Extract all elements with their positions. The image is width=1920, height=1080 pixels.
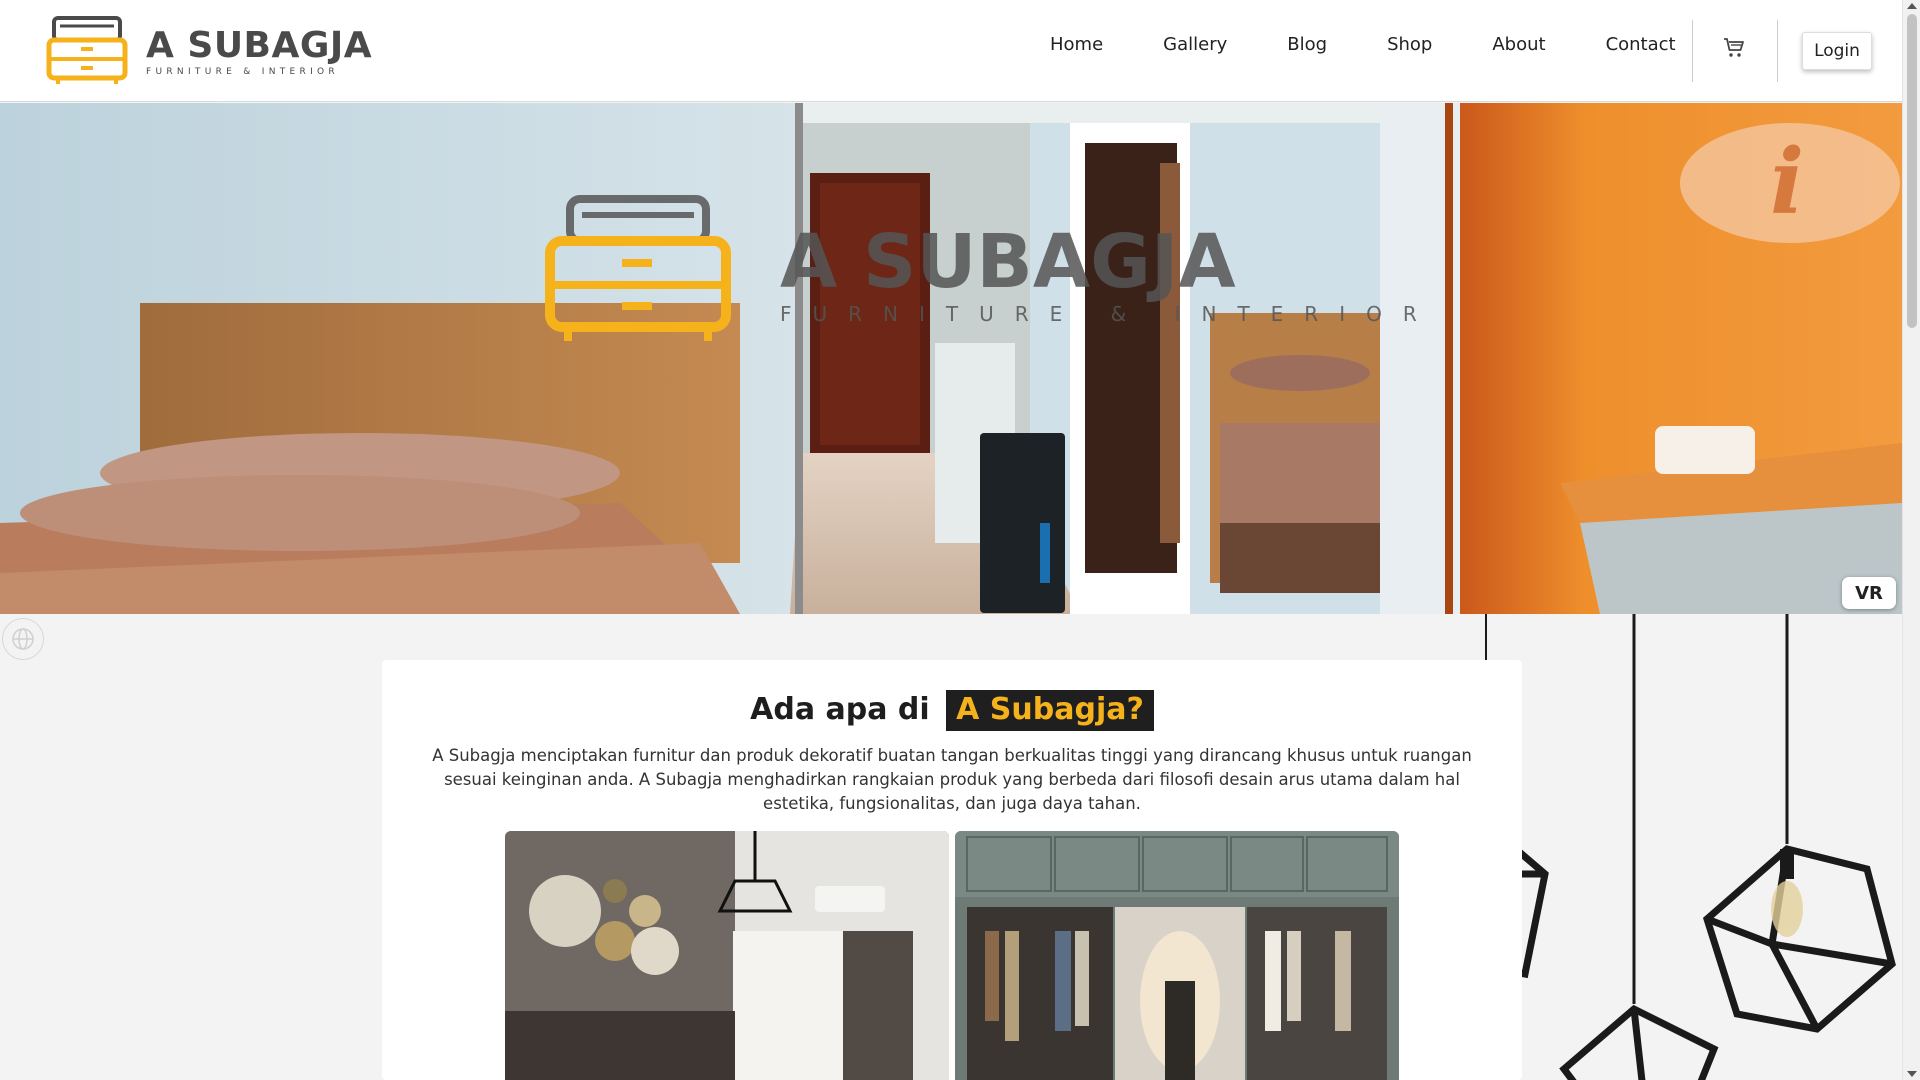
svg-text:i: i [1770, 129, 1804, 235]
brand-tagline: FURNITURE & INTERIOR [146, 66, 339, 77]
gyroscope-icon [12, 628, 34, 650]
nav-divider [1777, 20, 1778, 82]
nav-blog[interactable]: Blog [1287, 34, 1327, 55]
pendant-lamp-icon [1485, 614, 1896, 1080]
brand-text: A SUBAGJA FURNITURE & INTERIOR [146, 24, 373, 77]
section-title-prefix: Ada apa di [750, 692, 930, 727]
hero-panorama[interactable]: i A SUBAGJA FURNITURE & INTERIOR [0, 103, 1902, 614]
navbar: A SUBAGJA FURNITURE & INTERIOR Home Gall… [0, 0, 1902, 102]
nav-contact[interactable]: Contact [1606, 34, 1676, 55]
cart-button[interactable] [1716, 30, 1752, 66]
page-scrollbar[interactable] [1902, 0, 1920, 1080]
drawer-cabinet-icon [46, 16, 128, 84]
about-section: Ada apa di A Subagja? A Subagja mencipta… [382, 660, 1522, 1080]
cart-icon [1724, 38, 1744, 57]
watermark-name: A SUBAGJA [780, 219, 1236, 305]
gallery-item-bedroom[interactable] [505, 831, 949, 1080]
nav-home[interactable]: Home [1050, 34, 1103, 55]
nav-divider [1692, 20, 1693, 82]
scroll-up-arrow-icon[interactable] [1907, 3, 1917, 9]
scroll-thumb[interactable] [1907, 14, 1917, 328]
panorama-scene: i A SUBAGJA FURNITURE & INTERIOR [0, 103, 1902, 614]
gyroscope-button[interactable] [2, 618, 44, 660]
nav-gallery[interactable]: Gallery [1163, 34, 1227, 55]
bedroom-photo [505, 831, 949, 1080]
section-description: A Subagja menciptakan furnitur dan produ… [432, 746, 1472, 813]
main-nav: Home Gallery Blog Shop About Contact [1020, 34, 1706, 55]
brand-logo[interactable]: A SUBAGJA FURNITURE & INTERIOR [46, 16, 372, 86]
watermark-tagline: FURNITURE & INTERIOR [780, 302, 1438, 326]
gallery-item-wardrobe[interactable] [955, 831, 1399, 1080]
brand-name: A SUBAGJA [146, 24, 373, 66]
nav-about[interactable]: About [1492, 34, 1545, 55]
scroll-down-arrow-icon[interactable] [1907, 1071, 1917, 1077]
vr-button[interactable]: VR [1842, 577, 1896, 609]
nav-shop[interactable]: Shop [1387, 34, 1432, 55]
login-button[interactable]: Login [1802, 32, 1872, 70]
section-title: Ada apa di A Subagja? [382, 690, 1522, 731]
section-title-highlight: A Subagja? [946, 690, 1154, 731]
wardrobe-photo [955, 831, 1399, 1080]
